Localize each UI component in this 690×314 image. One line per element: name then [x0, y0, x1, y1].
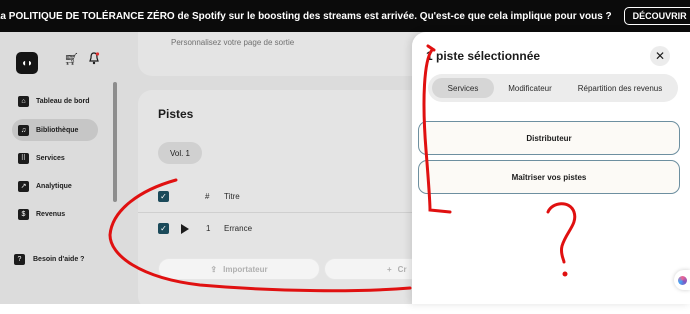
- master-tracks-button[interactable]: Maîtriser vos pistes: [418, 160, 680, 194]
- sidebar-item-analytics[interactable]: ↗ Analytique: [12, 175, 98, 197]
- home-icon: ⌂: [18, 95, 29, 107]
- sidebar-item-revenue[interactable]: $ Revenus: [12, 203, 98, 225]
- panel-title: 1 piste sélectionnée: [426, 49, 541, 63]
- select-all-checkbox[interactable]: ✓: [158, 191, 169, 202]
- panel-tabs: Services Modificateur Répartition des re…: [428, 74, 678, 102]
- release-page-card: Personnalisez votre page de sortie: [138, 32, 428, 76]
- sidebar-item-label: Services: [36, 154, 65, 162]
- row-divider: [138, 212, 428, 213]
- track-title[interactable]: Errance: [224, 224, 252, 233]
- track-number: 1: [206, 224, 211, 233]
- sidebar-item-label: Bibliothèque: [36, 126, 79, 134]
- track-checkbox[interactable]: ✓: [158, 223, 169, 234]
- column-header-title: Titre: [224, 192, 240, 201]
- upload-icon: ⇪: [210, 264, 218, 274]
- chart-icon: ↗: [18, 180, 29, 192]
- scrollbar[interactable]: [113, 82, 117, 202]
- sidebar-item-label: Analytique: [36, 182, 72, 190]
- assistant-icon: [677, 275, 687, 285]
- release-page-text: Personnalisez votre page de sortie: [171, 38, 295, 47]
- music-note-icon: ♫: [18, 124, 29, 136]
- distributor-button[interactable]: Distributeur: [418, 121, 680, 155]
- tab-revenue-split[interactable]: Répartition des revenus: [566, 78, 674, 98]
- sidebar-item-services[interactable]: ⠿ Services: [12, 147, 98, 169]
- page-bottom: [0, 304, 690, 314]
- grid-icon: ⠿: [18, 152, 29, 164]
- import-button[interactable]: ⇪ Importateur: [158, 258, 320, 280]
- import-button-label: Importateur: [223, 264, 268, 274]
- assistant-badge[interactable]: [674, 270, 690, 290]
- banner-text: La POLITIQUE DE TOLÉRANCE ZÉRO de Spotif…: [0, 10, 612, 22]
- tab-modifier[interactable]: Modificateur: [494, 78, 566, 98]
- sidebar-item-label: Revenus: [36, 210, 66, 218]
- help-link[interactable]: ? Besoin d'aide ?: [14, 254, 84, 265]
- tab-services[interactable]: Services: [432, 78, 494, 98]
- sidebar-item-label: Tableau de bord: [36, 97, 90, 105]
- play-icon[interactable]: [181, 224, 189, 234]
- column-header-number: #: [205, 192, 210, 201]
- bell-icon[interactable]: [88, 52, 100, 68]
- volume-pill[interactable]: Vol. 1: [158, 142, 202, 164]
- tracks-card: Pistes Vol. 1 ✓ # Titre ✓ 1 Errance ⇪ Im…: [138, 90, 444, 310]
- sidebar: ◖◗ 🛒︎ ⌂ Tableau de bord ♫ Bibliothèque ⠿…: [0, 32, 108, 304]
- cart-icon[interactable]: 🛒︎: [64, 52, 79, 66]
- help-icon: ?: [14, 254, 25, 265]
- close-button[interactable]: ✕: [650, 46, 670, 66]
- logo[interactable]: ◖◗: [16, 52, 38, 74]
- sidebar-item-dashboard[interactable]: ⌂ Tableau de bord: [12, 90, 98, 112]
- dollar-icon: $: [18, 208, 29, 220]
- tracks-title: Pistes: [158, 107, 194, 121]
- help-label: Besoin d'aide ?: [33, 256, 85, 263]
- plus-icon: +: [387, 264, 392, 274]
- selection-panel: 1 piste sélectionnée ✕ Services Modifica…: [412, 32, 690, 304]
- create-button-label: Cr: [397, 264, 407, 274]
- sidebar-item-library[interactable]: ♫ Bibliothèque: [12, 119, 98, 141]
- discover-button[interactable]: DÉCOUVRIR: [623, 7, 690, 25]
- announcement-banner: La POLITIQUE DE TOLÉRANCE ZÉRO de Spotif…: [0, 0, 690, 32]
